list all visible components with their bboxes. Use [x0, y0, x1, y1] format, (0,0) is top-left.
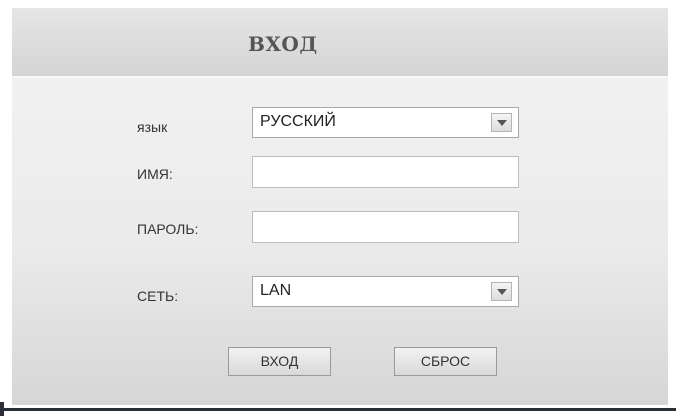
- login-title: ВХОД: [248, 32, 318, 56]
- network-select[interactable]: LAN: [252, 276, 519, 307]
- language-select[interactable]: РУССКИЙ: [252, 107, 519, 138]
- window-bottom-border: [0, 408, 676, 411]
- login-button[interactable]: ВХОД: [228, 347, 331, 376]
- password-label: ПАРОЛЬ:: [137, 221, 199, 237]
- network-label: СЕТЬ:: [137, 288, 179, 304]
- network-select-value: LAN: [260, 282, 292, 299]
- language-label: язык: [137, 119, 168, 135]
- login-panel: ВХОД язык РУССКИЙ ИМЯ: ПАРОЛЬ: СЕТЬ: LAN…: [12, 8, 668, 405]
- reset-button[interactable]: СБРОС: [394, 347, 497, 376]
- name-label: ИМЯ:: [137, 166, 173, 182]
- name-input[interactable]: [252, 156, 519, 188]
- password-input[interactable]: [252, 211, 519, 243]
- language-select-value: РУССКИЙ: [260, 113, 336, 130]
- chevron-down-icon[interactable]: [491, 113, 512, 132]
- login-header: ВХОД: [12, 8, 668, 78]
- chevron-down-icon[interactable]: [491, 282, 512, 301]
